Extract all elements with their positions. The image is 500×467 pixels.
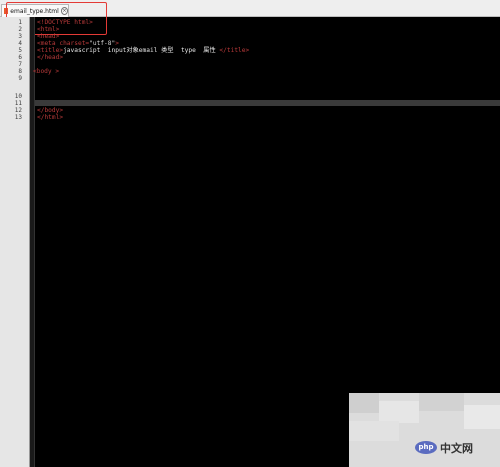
code-line-6[interactable]: </head>	[37, 54, 63, 61]
fold-margin	[30, 17, 35, 467]
line-number: 6	[18, 54, 22, 61]
line-number: 7	[18, 61, 22, 68]
line-number: 12	[14, 107, 22, 114]
current-line-highlight	[35, 100, 500, 106]
watermark-text: 中文网	[440, 442, 473, 455]
code-line-2[interactable]: <html>	[37, 26, 59, 33]
code-token: >	[115, 40, 119, 47]
line-number: 10	[14, 93, 22, 100]
watermark-tile	[349, 393, 379, 413]
code-line-5[interactable]: <title>javascript input对象email 类型 type 属…	[37, 47, 249, 54]
watermark-tile	[379, 401, 419, 423]
code-line-12[interactable]: </body>	[37, 107, 63, 114]
code-token: <title>	[37, 47, 64, 54]
line-number: 1	[18, 19, 22, 26]
code-line-13[interactable]: </html>	[37, 114, 63, 121]
code-line-8[interactable]: <body >	[33, 68, 59, 75]
line-number: 9	[18, 75, 22, 82]
code-token: </title>	[219, 47, 250, 54]
code-line-1[interactable]: <!DOCTYPE html>	[37, 19, 93, 26]
php-logo-icon: php	[415, 441, 437, 454]
line-number: 2	[18, 26, 22, 33]
line-number: 8	[18, 68, 22, 75]
line-number: 11	[14, 100, 22, 107]
code-token: "utf-8"	[89, 40, 116, 47]
code-token: <meta charset=	[37, 40, 90, 47]
line-number-gutter: 1 2 3 4 5 6 7 8 9 10 11 12 13	[0, 17, 30, 467]
line-number: 4	[18, 40, 22, 47]
line-number: 13	[14, 114, 22, 121]
watermark: php 中文网	[349, 393, 500, 467]
code-line-4[interactable]: <meta charset="utf-8">	[37, 40, 119, 47]
watermark-tile	[349, 421, 399, 441]
code-token: javascript input对象email 类型 type 属性	[63, 47, 220, 54]
code-line-3[interactable]: <head>	[37, 33, 59, 40]
line-number: 3	[18, 33, 22, 40]
line-number: 5	[18, 47, 22, 54]
watermark-tile	[464, 405, 500, 429]
watermark-tile	[419, 393, 464, 411]
